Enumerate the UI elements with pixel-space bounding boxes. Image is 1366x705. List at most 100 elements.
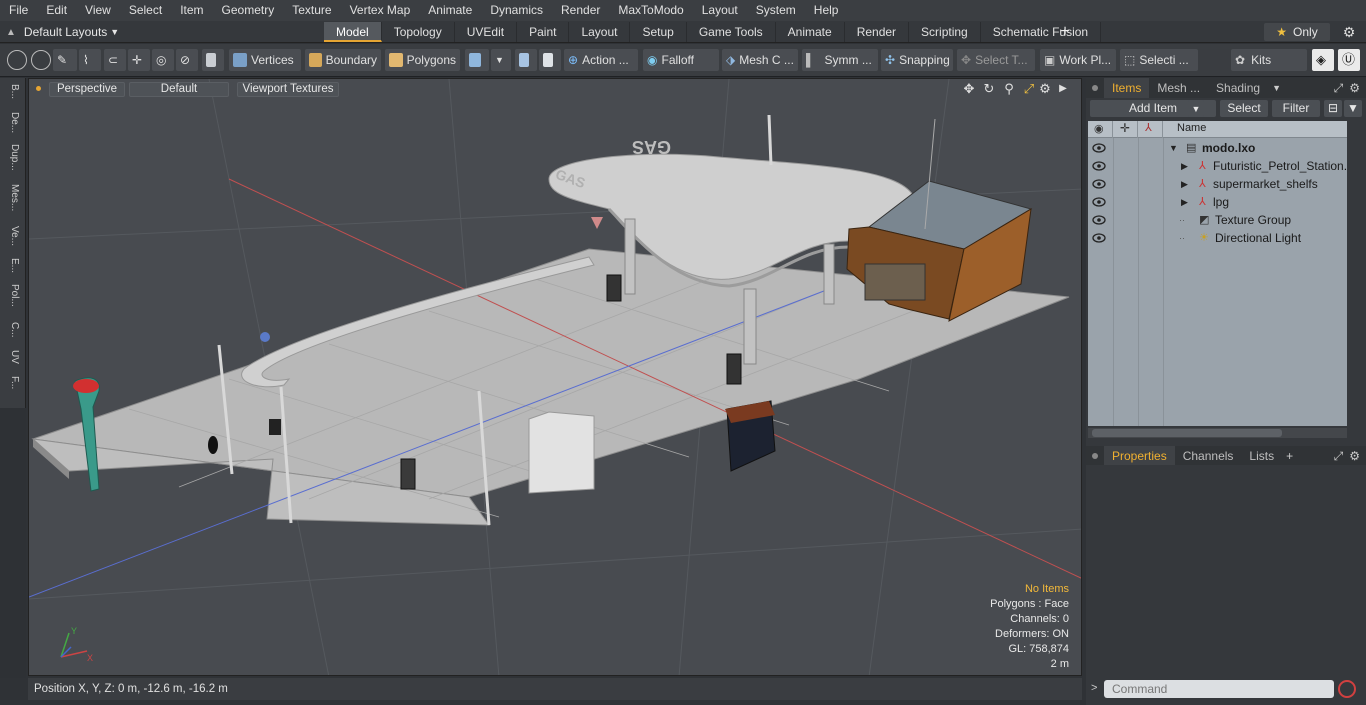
left-tab-curve[interactable]: C... xyxy=(4,322,20,338)
left-tab-polygon[interactable]: Pol... xyxy=(4,284,20,307)
unity-button[interactable]: ◈ xyxy=(1312,49,1334,71)
select-through-button[interactable]: ✥ Select T... xyxy=(957,49,1035,71)
panel-gear-icon[interactable]: ⚙ xyxy=(1349,81,1360,95)
boundary-button[interactable]: Boundary xyxy=(305,49,381,71)
panel-menu-dot[interactable] xyxy=(1092,85,1098,91)
menu-render[interactable]: Render xyxy=(552,0,609,21)
menu-view[interactable]: View xyxy=(76,0,120,21)
action-center-button[interactable]: ⊕ Action ... xyxy=(564,49,638,71)
eye-icon[interactable] xyxy=(1092,143,1106,153)
viewport-textures-button[interactable]: Viewport Textures xyxy=(237,82,339,97)
left-tab-uv[interactable]: UV xyxy=(4,350,20,364)
menu-edit[interactable]: Edit xyxy=(37,0,76,21)
menu-vertex-map[interactable]: Vertex Map xyxy=(341,0,420,21)
add-tab-icon[interactable]: + xyxy=(1286,449,1293,463)
collapse-triangle-icon[interactable]: ▼ xyxy=(1169,139,1178,157)
tab-model[interactable]: Model xyxy=(324,22,382,42)
menu-help[interactable]: Help xyxy=(805,0,848,21)
tab-schematic-fusion[interactable]: Schematic Fusion xyxy=(981,22,1102,42)
left-tab-deform[interactable]: De... xyxy=(4,112,20,133)
expand-triangle-icon[interactable]: ▶ xyxy=(1181,175,1188,193)
3d-viewport[interactable]: GAS GAS X Y Perspective Default Viewport… xyxy=(28,78,1082,676)
tab-mesh[interactable]: Mesh ... xyxy=(1149,78,1208,98)
left-tab-duplicate[interactable]: Dup... xyxy=(4,144,20,171)
tab-channels[interactable]: Channels xyxy=(1175,446,1242,466)
eye-icon[interactable] xyxy=(1092,179,1106,189)
polygons-button[interactable]: Polygons xyxy=(385,49,460,71)
tree-row-directional-light[interactable]: ·· ☀ Directional Light xyxy=(1088,229,1347,247)
kits-button[interactable]: ✿ Kits xyxy=(1231,49,1307,71)
zoom-view-icon[interactable]: ⚲ xyxy=(1001,81,1017,97)
tree-row-supermarket-shelfs[interactable]: ▶ ⅄ supermarket_shelfs xyxy=(1088,175,1347,193)
brush-button[interactable]: ⌇ xyxy=(79,49,101,71)
center-button[interactable]: ✛ xyxy=(128,49,150,71)
lasso-button[interactable]: ⊂ xyxy=(104,49,126,71)
viewport-more-icon[interactable]: ▶ xyxy=(1055,81,1071,97)
perspective-button[interactable]: Perspective xyxy=(49,82,125,97)
symmetry-x-button[interactable] xyxy=(515,49,537,71)
vertices-button[interactable]: Vertices xyxy=(229,49,301,71)
tree-row-lpg[interactable]: ▶ ⅄ lpg xyxy=(1088,193,1347,211)
tab-scripting[interactable]: Scripting xyxy=(909,22,981,42)
circle-select-icon[interactable] xyxy=(7,50,27,70)
tree-row-petrol-station[interactable]: ▶ ⅄ Futuristic_Petrol_Station... xyxy=(1088,157,1347,175)
globe-icon[interactable] xyxy=(31,50,51,70)
tab-properties[interactable]: Properties xyxy=(1104,446,1175,466)
snapping-button[interactable]: ✣ Snapping xyxy=(881,49,953,71)
add-item-dropdown[interactable]: ▼ xyxy=(1188,100,1204,117)
menu-maxtomodo[interactable]: MaxToModo xyxy=(609,0,692,21)
tab-paint[interactable]: Paint xyxy=(517,22,570,42)
symmetry-y-button[interactable] xyxy=(539,49,561,71)
work-plane-button[interactable]: ▣ Work Pl... xyxy=(1040,49,1116,71)
left-tab-basic[interactable]: B... xyxy=(4,84,20,99)
tab-uvedit[interactable]: UVEdit xyxy=(455,22,518,42)
tab-setup[interactable]: Setup xyxy=(630,22,687,42)
left-tab-vertex[interactable]: Ve... xyxy=(4,226,20,246)
expand-triangle-icon[interactable]: ▶ xyxy=(1181,157,1188,175)
tab-topology[interactable]: Topology xyxy=(382,22,455,42)
tab-lists[interactable]: Lists xyxy=(1241,446,1282,466)
command-input[interactable]: Command xyxy=(1104,680,1334,698)
tab-items[interactable]: Items xyxy=(1104,78,1150,98)
add-tab-button[interactable]: + xyxy=(1057,22,1073,42)
tab-animate[interactable]: Animate xyxy=(776,22,845,42)
scroll-thumb[interactable] xyxy=(1092,429,1282,437)
expand-panel-icon[interactable]: ⤢ xyxy=(1334,81,1344,96)
tab-shading[interactable]: Shading xyxy=(1208,78,1268,98)
visibility-column-header[interactable]: ◉ xyxy=(1088,121,1113,138)
eye-icon[interactable] xyxy=(1092,161,1106,171)
panel-menu-dot[interactable] xyxy=(1092,453,1098,459)
shading-default-button[interactable]: Default xyxy=(129,82,229,97)
eye-icon[interactable] xyxy=(1092,215,1106,225)
eye-icon[interactable] xyxy=(1092,233,1106,243)
tab-layout[interactable]: Layout xyxy=(569,22,631,42)
pen-tool-button[interactable]: ✎ xyxy=(53,49,77,71)
rotate-view-icon[interactable]: ↻ xyxy=(981,81,997,97)
fit-view-icon[interactable]: ⤢ xyxy=(1021,81,1037,97)
only-button[interactable]: ★ Only xyxy=(1264,23,1330,41)
gear-icon[interactable]: ⚙ xyxy=(1340,23,1358,41)
unreal-button[interactable]: Ⓤ xyxy=(1338,49,1360,71)
left-tab-edge[interactable]: E... xyxy=(4,258,20,273)
tree-row-modo-lxo[interactable]: ▼ ▤ modo.lxo xyxy=(1088,139,1347,157)
tab-render[interactable]: Render xyxy=(845,22,910,42)
symmetry-button[interactable]: ▌ Symm ... xyxy=(802,49,878,71)
layouts-dropdown[interactable]: ▲ Default Layouts ▼ xyxy=(6,24,119,40)
viewport-menu-dot[interactable] xyxy=(36,86,41,91)
material-button[interactable] xyxy=(465,49,489,71)
left-tab-mesh-edit[interactable]: Mes... xyxy=(4,184,20,211)
menu-system[interactable]: System xyxy=(747,0,805,21)
item-mode-button[interactable] xyxy=(202,49,224,71)
material-dropdown[interactable]: ▼ xyxy=(491,49,511,71)
expand-triangle-icon[interactable]: ▶ xyxy=(1181,193,1188,211)
collapse-button[interactable]: ⊟ xyxy=(1324,100,1342,117)
left-tab-fusion[interactable]: F... xyxy=(4,376,20,389)
select-button[interactable]: Select xyxy=(1220,100,1268,117)
move-view-icon[interactable]: ✥ xyxy=(961,81,977,97)
selection-sets-button[interactable]: ⬚ Selecti ... xyxy=(1120,49,1198,71)
menu-file[interactable]: File xyxy=(0,0,37,21)
filter-button[interactable]: Filter xyxy=(1272,100,1320,117)
menu-geometry[interactable]: Geometry xyxy=(213,0,284,21)
expand-panel-icon[interactable]: ⤢ xyxy=(1334,449,1344,464)
viewport-gear-icon[interactable]: ⚙ xyxy=(1037,81,1053,97)
